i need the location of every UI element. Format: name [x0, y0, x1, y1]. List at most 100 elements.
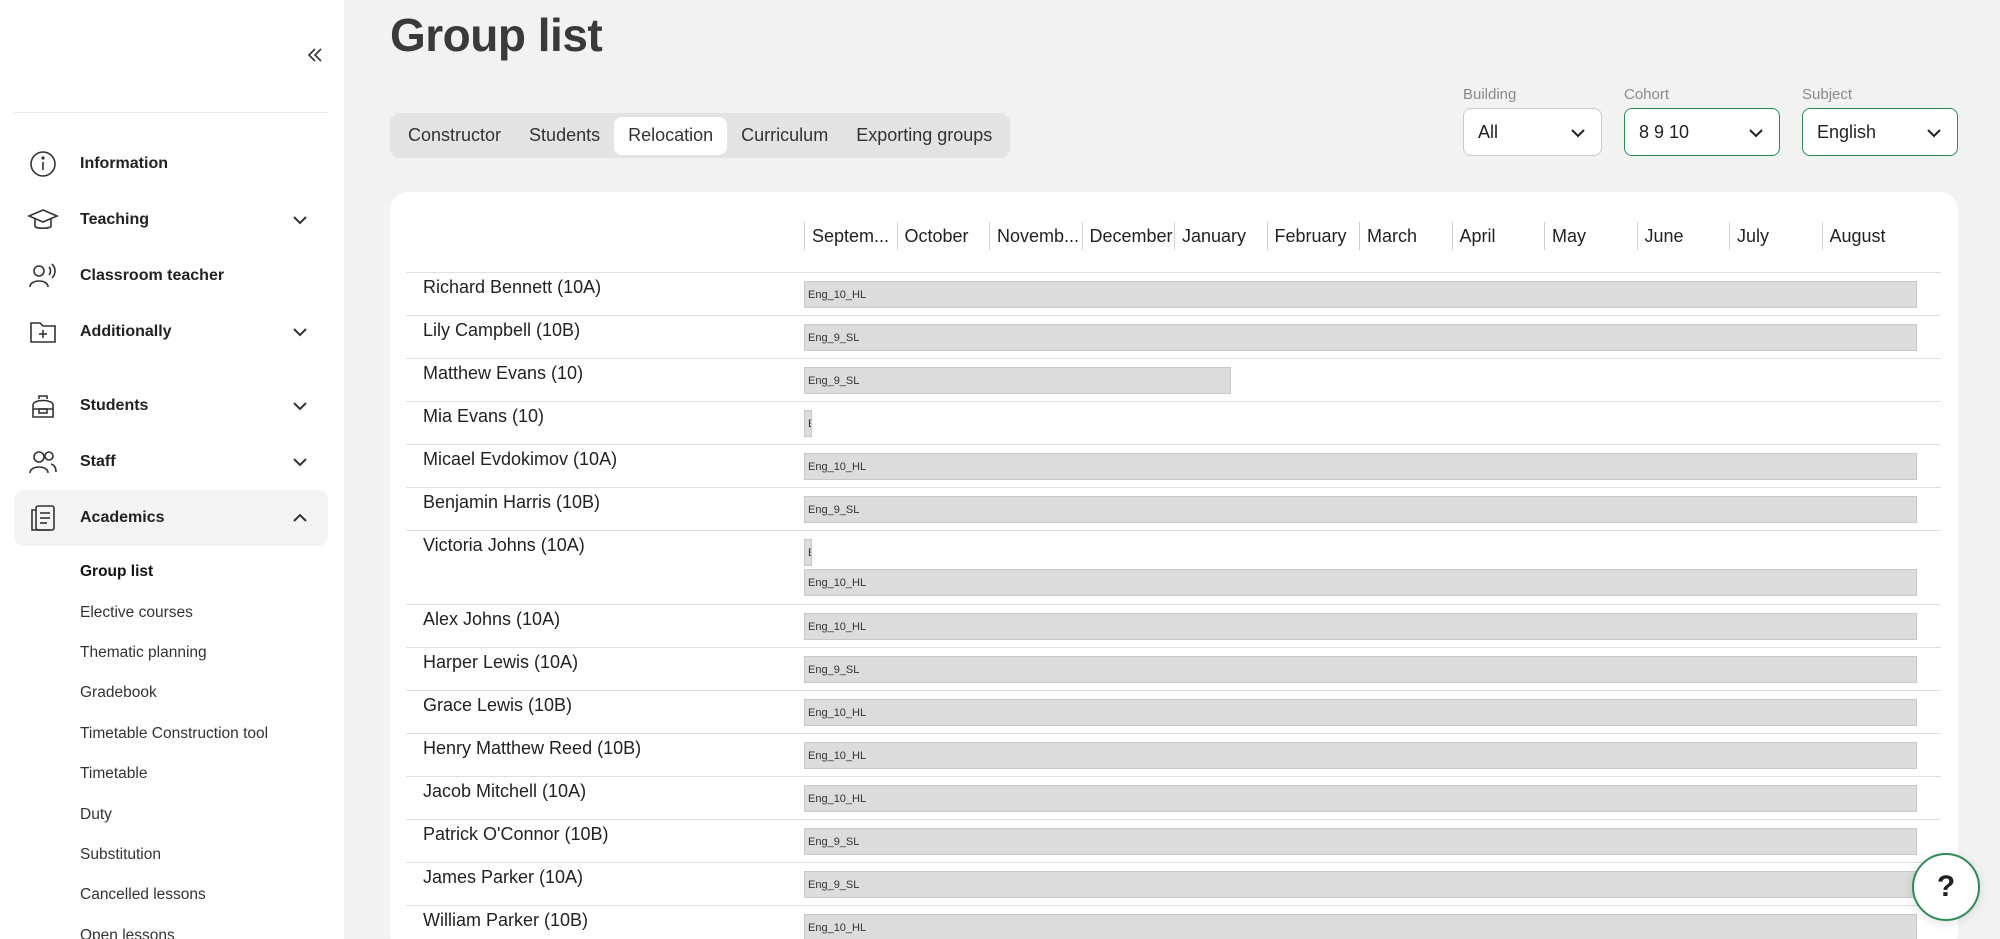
student-name: Benjamin Harris (10B) [423, 492, 601, 512]
academics-subnav: Group list Elective courses Thematic pla… [80, 552, 328, 939]
chevron-up-icon [293, 513, 307, 522]
timeline-card: Septem... October Novemb... December January… [390, 192, 1958, 939]
table-row[interactable]: Jacob Mitchell (10A) Eng_10_HL [406, 776, 1941, 819]
subject-filter: Subject English [1802, 86, 1958, 156]
table-row[interactable]: Lily Campbell (10B) Eng_9_SL [406, 315, 1941, 358]
month-label: August [1821, 222, 1915, 250]
table-row[interactable]: Henry Matthew Reed (10B) Eng_10_HL [406, 733, 1941, 776]
chevron-down-icon [1927, 129, 1941, 138]
subnav-timetable-construction-tool[interactable]: Timetable Construction tool [80, 714, 328, 754]
group-bar[interactable]: Eng_10_HL [804, 914, 1917, 939]
group-bar[interactable]: Eng_9_SL [804, 656, 1917, 683]
sidebar-divider [14, 112, 328, 113]
sidebar-item-teaching[interactable]: Teaching [14, 192, 328, 248]
chevron-down-icon [293, 402, 307, 411]
document-list-icon [26, 501, 60, 535]
student-name: Harper Lewis (10A) [423, 652, 579, 672]
group-bar[interactable]: Eng_10_HL [804, 785, 1917, 812]
sidebar-item-additionally[interactable]: Additionally [14, 304, 328, 360]
group-bar[interactable]: Eng_9_SL [804, 828, 1917, 855]
month-label: June [1636, 222, 1730, 250]
table-row[interactable]: Richard Bennett (10A) Eng_10_HL [406, 272, 1941, 315]
tab-relocation[interactable]: Relocation [614, 116, 728, 155]
sidebar-item-staff[interactable]: Staff [14, 434, 328, 490]
sidebar-item-label: Teaching [80, 211, 150, 228]
group-bar[interactable]: Eng_10_HL [804, 569, 1917, 596]
subnav-elective-courses[interactable]: Elective courses [80, 592, 328, 632]
tab-curriculum[interactable]: Curriculum [727, 117, 842, 155]
subnav-gradebook[interactable]: Gradebook [80, 673, 328, 713]
help-button[interactable]: ? [1912, 853, 1980, 921]
table-row[interactable]: Victoria Johns (10A) Eng_9_SL Eng_10_HL [406, 530, 1941, 604]
backpack-icon [26, 389, 60, 423]
table-row[interactable]: Matthew Evans (10) Eng_9_SL [406, 358, 1941, 401]
building-select[interactable]: All [1463, 108, 1602, 156]
cohort-select[interactable]: 8 9 10 [1624, 108, 1780, 156]
graduation-cap-icon [26, 203, 60, 237]
tab-bar: Constructor Students Relocation Curricul… [390, 113, 1011, 158]
folder-plus-icon [26, 315, 60, 349]
sidebar-item-information[interactable]: Information [14, 136, 328, 192]
table-row[interactable]: William Parker (10B) Eng_10_HL [406, 905, 1941, 939]
group-bar[interactable]: Eng_9_SL [804, 496, 1917, 523]
collapse-sidebar-button[interactable] [300, 40, 330, 70]
month-header: Septem... October Novemb... December January… [804, 222, 1914, 250]
group-bar[interactable]: Eng_9_SL [804, 539, 812, 566]
table-row[interactable]: Harper Lewis (10A) Eng_9_SL [406, 647, 1941, 690]
sidebar-item-students[interactable]: Students [14, 378, 328, 434]
student-name: Victoria Johns (10A) [423, 535, 585, 555]
subnav-cancelled-lessons[interactable]: Cancelled lessons [80, 875, 328, 915]
group-bar[interactable]: Eng_9_SL [804, 367, 1231, 394]
sidebar-item-label: Classroom teacher [80, 267, 225, 284]
double-chevron-left-icon [307, 48, 322, 62]
group-bar[interactable]: Eng_10_HL [804, 699, 1917, 726]
subnav-open-lessons[interactable]: Open lessons [80, 916, 328, 939]
table-row[interactable]: Benjamin Harris (10B) Eng_9_SL [406, 487, 1941, 530]
month-label: May [1544, 222, 1637, 250]
group-bar[interactable]: Eng_9_SL [804, 410, 812, 437]
subnav-substitution[interactable]: Substitution [80, 835, 328, 875]
group-bar[interactable]: Eng_10_HL [804, 281, 1917, 308]
group-bar[interactable]: Eng_10_HL [804, 613, 1917, 640]
chevron-down-icon [1749, 129, 1763, 138]
month-label: March [1359, 222, 1452, 250]
sidebar-item-classroom-teacher[interactable]: Classroom teacher [14, 248, 328, 304]
table-row[interactable]: Patrick O'Connor (10B) Eng_9_SL [406, 819, 1941, 862]
sidebar-nav: Information Teaching Classroom teacher A… [14, 136, 328, 939]
group-bar[interactable]: Eng_9_SL [804, 871, 1917, 898]
table-row[interactable]: Micael Evdokimov (10A) Eng_10_HL [406, 444, 1941, 487]
group-bar[interactable]: Eng_10_HL [804, 742, 1917, 769]
student-name: Micael Evdokimov (10A) [423, 449, 618, 469]
table-row[interactable]: James Parker (10A) Eng_9_SL [406, 862, 1941, 905]
subject-select[interactable]: English [1802, 108, 1958, 156]
sidebar-item-label: Students [80, 397, 149, 414]
chevron-down-icon [1571, 129, 1585, 138]
subnav-duty[interactable]: Duty [80, 794, 328, 834]
subnav-group-list[interactable]: Group list [80, 552, 328, 592]
cohort-label: Cohort [1624, 86, 1670, 103]
tab-constructor[interactable]: Constructor [394, 117, 515, 155]
chevron-down-icon [293, 328, 307, 337]
student-name: Matthew Evans (10) [423, 363, 584, 383]
tab-students[interactable]: Students [515, 117, 614, 155]
building-label: Building [1463, 86, 1517, 103]
subnav-timetable[interactable]: Timetable [80, 754, 328, 794]
sidebar-item-academics[interactable]: Academics [14, 490, 328, 546]
student-name: William Parker (10B) [423, 910, 589, 930]
group-bar[interactable]: Eng_10_HL [804, 453, 1917, 480]
month-label: December [1081, 222, 1175, 250]
table-row[interactable]: Grace Lewis (10B) Eng_10_HL [406, 690, 1941, 733]
month-label: Septem... [804, 222, 897, 250]
info-icon [26, 147, 60, 181]
tab-exporting-groups[interactable]: Exporting groups [842, 117, 1006, 155]
month-label: April [1451, 222, 1545, 250]
subnav-thematic-planning[interactable]: Thematic planning [80, 633, 328, 673]
table-row[interactable]: Mia Evans (10) Eng_9_SL [406, 401, 1941, 444]
month-label: October [896, 222, 990, 250]
user-voice-icon [26, 259, 60, 293]
table-row[interactable]: Alex Johns (10A) Eng_10_HL [406, 604, 1941, 647]
timeline-rows: Richard Bennett (10A) Eng_10_HL Lily Campb… [406, 272, 1941, 939]
group-bar[interactable]: Eng_9_SL [804, 324, 1917, 351]
month-label: February [1266, 222, 1360, 250]
student-name: Mia Evans (10) [423, 406, 545, 426]
